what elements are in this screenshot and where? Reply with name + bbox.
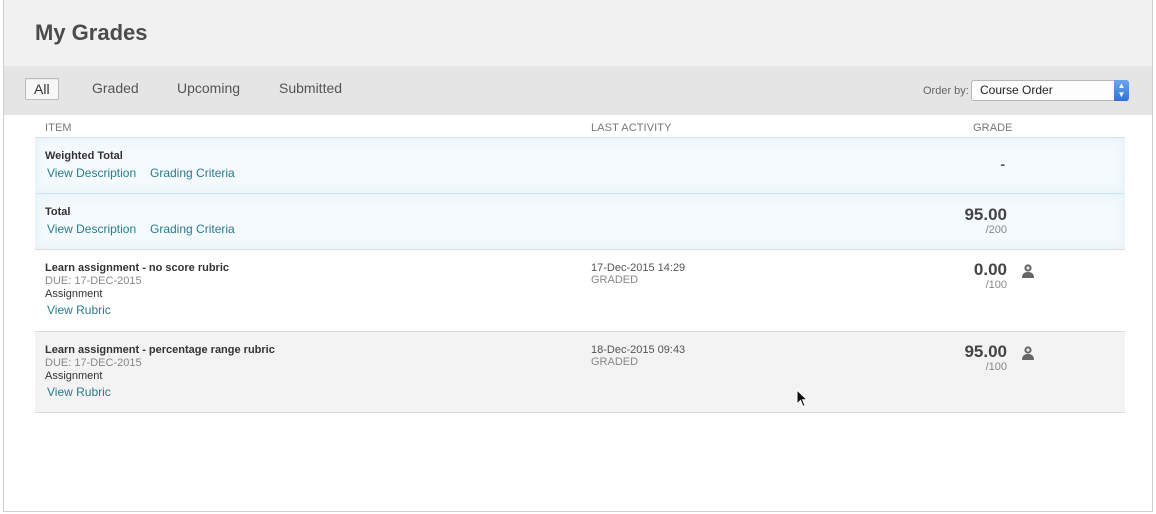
user-icon[interactable] (1020, 345, 1036, 361)
select-updown-icon: ▲ ▼ (1114, 80, 1129, 101)
item-type: Assignment (45, 370, 103, 382)
grade-score: 95.00 (964, 205, 1007, 224)
filter-toolbar: All Graded Upcoming Submitted Order by: … (4, 66, 1152, 115)
grade-out-of: /200 (985, 224, 1007, 236)
grade-score: 0.00 (973, 260, 1007, 279)
filter-submitted[interactable]: Submitted (271, 78, 350, 100)
table-row: Learn assignment - percentage range rubr… (35, 331, 1125, 413)
view-description-link[interactable]: View Description (47, 166, 136, 180)
user-icon[interactable] (1020, 263, 1036, 279)
grades-window: My Grades All Graded Upcoming Submitted … (3, 0, 1153, 512)
activity-status: GRADED (591, 356, 639, 368)
page-title: My Grades (35, 20, 148, 45)
activity-date: 17-Dec-2015 14:29 (591, 262, 686, 274)
filter-upcoming[interactable]: Upcoming (169, 78, 248, 100)
filter-graded[interactable]: Graded (84, 78, 147, 100)
column-header-last-activity: LAST ACTIVITY (591, 122, 672, 134)
item-type: Assignment (45, 288, 103, 300)
grade-score: 95.00 (964, 342, 1007, 361)
order-by-value: Course Order (980, 83, 1053, 97)
view-description-link[interactable]: View Description (47, 222, 136, 236)
row-name: Total (45, 206, 71, 218)
page-header: My Grades (4, 0, 1152, 66)
grading-criteria-link[interactable]: Grading Criteria (150, 222, 235, 236)
grade-value: - (1000, 156, 1005, 172)
grading-criteria-link[interactable]: Grading Criteria (150, 166, 235, 180)
item-name: Learn assignment - percentage range rubr… (45, 344, 275, 356)
view-rubric-link[interactable]: View Rubric (47, 385, 111, 399)
table-row: Learn assignment - no score rubric DUE: … (35, 249, 1125, 331)
item-due-date: DUE: 17-DEC-2015 (45, 357, 142, 369)
order-by-label: Order by: (923, 85, 969, 97)
grades-table: Weighted Total View Description Grading … (35, 137, 1125, 413)
filter-all[interactable]: All (25, 78, 59, 100)
row-name: Weighted Total (45, 150, 123, 162)
activity-date: 18-Dec-2015 09:43 (591, 344, 686, 356)
table-row: Weighted Total View Description Grading … (35, 137, 1125, 193)
column-header-item: ITEM (45, 122, 72, 134)
grade-out-of: /100 (985, 361, 1007, 373)
order-by-select[interactable]: Course Order ▲ ▼ (971, 80, 1129, 101)
mouse-cursor-icon (796, 389, 809, 408)
grade-out-of: /100 (985, 279, 1007, 291)
column-header-grade: GRADE (973, 122, 1013, 134)
view-rubric-link[interactable]: View Rubric (47, 303, 111, 317)
activity-status: GRADED (591, 274, 639, 286)
item-name: Learn assignment - no score rubric (45, 262, 229, 274)
item-due-date: DUE: 17-DEC-2015 (45, 275, 142, 287)
table-row: Total View Description Grading Criteria … (35, 193, 1125, 249)
